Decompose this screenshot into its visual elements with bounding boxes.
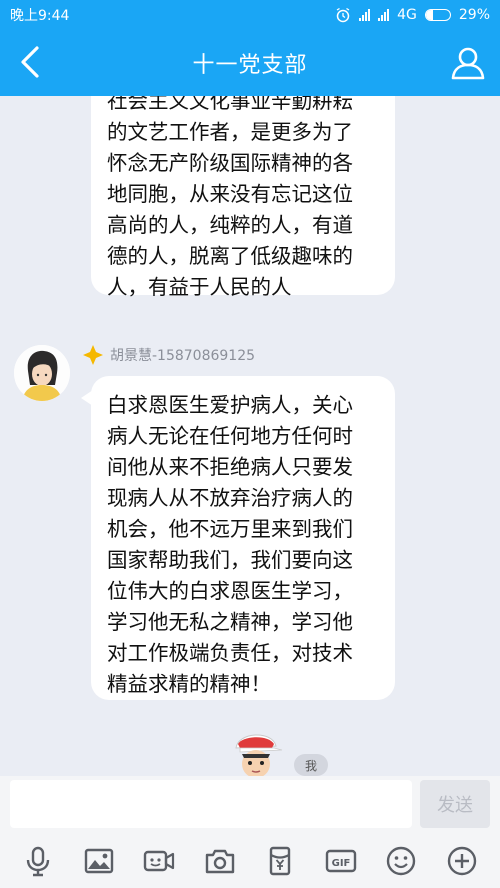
message-line: 怀念无产阶级国际精神的各 — [107, 151, 353, 175]
sender-row: 胡景慧-15870869125 — [82, 344, 255, 366]
my-name-badge: 我 — [294, 754, 328, 776]
voice-button[interactable] — [18, 841, 58, 881]
video-icon — [144, 850, 175, 872]
image-button[interactable] — [79, 841, 119, 881]
group-profile-button[interactable] — [446, 41, 490, 85]
cartoon-boy-avatar — [235, 734, 283, 776]
chat-header: 十一党支部 — [0, 30, 500, 96]
message-line: 白求恩医生爱护病人，关心 — [107, 393, 353, 417]
send-button[interactable]: 发送 — [420, 780, 490, 828]
message-line: 高尚的人，纯粹的人，有道 — [107, 213, 353, 237]
camera-icon — [205, 849, 234, 874]
battery-percent: 29% — [458, 7, 490, 23]
gif-button[interactable]: GIF — [321, 841, 361, 881]
message-line: 病人无论在任何地方任何时 — [107, 424, 353, 448]
input-toolbar: GIF — [0, 834, 500, 888]
message-line: 机会，他不远万里来到我们 — [107, 517, 353, 541]
alarm-icon — [336, 7, 350, 23]
group-profile-icon — [451, 47, 485, 80]
emoji-icon — [387, 846, 416, 876]
message-line: 位伟大的白求恩医生学习， — [107, 579, 353, 603]
status-icons: 4G 29% — [335, 7, 490, 23]
cartoon-girl-avatar — [14, 345, 70, 401]
my-avatar[interactable] — [228, 726, 284, 776]
diamond-star-icon — [83, 345, 103, 365]
message-list[interactable]: 社会主义文化事业辛勤耕耘的文艺工作者，是更多为了 怀念无产阶级国际精神的各 地同胞，… — [0, 96, 500, 776]
more-button[interactable] — [442, 841, 482, 881]
page-title: 十一党支部 — [192, 53, 308, 78]
message-line: 社会主义文化事业辛勤耕耘 — [107, 96, 353, 113]
message-line: 学习他无私之精神，学习他 — [107, 610, 353, 634]
svg-text:GIF: GIF — [331, 858, 350, 869]
avatar[interactable] — [14, 345, 70, 401]
message-line: 国家帮助我们，我们要向这 — [107, 548, 353, 572]
signal-icon — [359, 9, 371, 21]
red-packet-button[interactable] — [260, 841, 300, 881]
status-time: 晚上9:44 — [10, 8, 70, 24]
message-bubble[interactable]: 社会主义文化事业辛勤耕耘的文艺工作者，是更多为了 怀念无产阶级国际精神的各 地同胞，… — [91, 96, 395, 299]
message-input[interactable] — [10, 780, 412, 828]
signal-icon-2 — [378, 9, 390, 21]
message-line: 人，有益于人民的人 — [107, 275, 292, 299]
back-button[interactable] — [10, 42, 50, 82]
input-bar: 发送 — [0, 776, 500, 834]
network-type: 4G — [397, 7, 417, 23]
message-line: 现病人从不放弃治疗病人的 — [107, 486, 353, 510]
red-packet-icon — [270, 846, 291, 876]
message-line: 精益求精的精神！ — [107, 672, 271, 696]
emoji-button[interactable] — [381, 841, 421, 881]
battery-icon — [424, 9, 451, 21]
camera-button[interactable] — [200, 841, 240, 881]
message-line: 地同胞，从来没有忘记这位 — [107, 182, 353, 206]
message-line: 德的人，脱离了低级趣味的 — [107, 244, 353, 268]
battery-fill — [425, 10, 433, 20]
sender-name: 胡景慧-15870869125 — [110, 348, 256, 364]
mic-icon — [27, 846, 50, 877]
status-bar: 晚上9:44 4G 29% — [0, 0, 500, 30]
plus-icon — [447, 846, 476, 876]
message-line: 对工作极端负责任，对技术 — [107, 641, 353, 665]
message-bubble[interactable]: 白求恩医生爱护病人，关心 病人无论在任何地方任何时 间他从来不拒绝病人只要发 现病人从… — [81, 376, 395, 700]
message-line: 间他从来不拒绝病人只要发 — [107, 455, 353, 479]
video-chat-button[interactable] — [139, 841, 179, 881]
chevron-left-icon — [21, 46, 39, 78]
gif-icon: GIF — [325, 849, 356, 873]
message-line: 的文艺工作者，是更多为了 — [107, 120, 353, 144]
image-icon — [84, 848, 113, 874]
